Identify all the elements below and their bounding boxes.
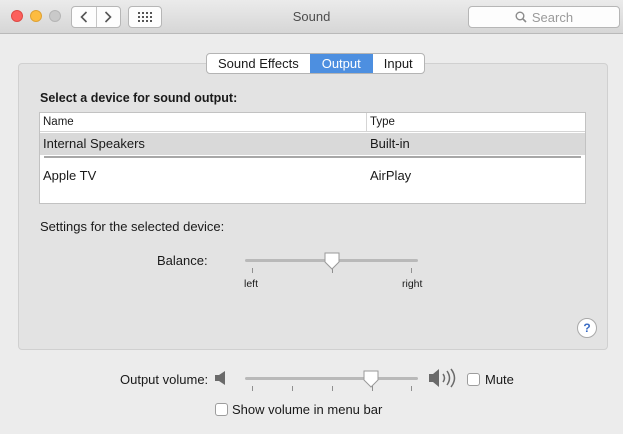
- mute-label: Mute: [485, 372, 514, 387]
- speaker-high-icon: [429, 368, 456, 388]
- title-bar: Sound Search: [0, 0, 623, 34]
- chevron-left-icon: [80, 11, 87, 23]
- device-type: AirPlay: [370, 168, 412, 183]
- zoom-window-button[interactable]: [49, 10, 61, 22]
- device-name: Internal Speakers: [43, 136, 145, 151]
- device-table[interactable]: Name Type Internal Speakers Built-in App…: [39, 112, 586, 204]
- mute-checkbox[interactable]: [467, 373, 480, 386]
- slider-tick: [411, 268, 412, 273]
- minimize-window-button[interactable]: [30, 10, 42, 22]
- output-volume-label: Output volume:: [120, 372, 209, 387]
- search-placeholder: Search: [531, 9, 574, 25]
- balance-left-label: left: [244, 278, 259, 290]
- column-header-name[interactable]: Name: [43, 116, 74, 128]
- table-header: Name Type: [40, 113, 585, 132]
- show-volume-label: Show volume in menu bar: [232, 402, 383, 417]
- balance-right-label: right: [402, 278, 423, 290]
- output-volume-slider-thumb[interactable]: [363, 370, 379, 388]
- tab-bar: Sound Effects Output Input: [206, 53, 425, 74]
- table-row[interactable]: Internal Speakers Built-in: [40, 133, 585, 155]
- row-separator: [44, 156, 581, 158]
- output-volume-slider[interactable]: [245, 377, 418, 380]
- tab-output[interactable]: Output: [309, 54, 372, 73]
- slider-tick: [411, 386, 412, 391]
- search-icon: [515, 11, 527, 23]
- device-type: Built-in: [370, 136, 410, 151]
- output-panel: [18, 63, 608, 350]
- column-divider: [366, 113, 367, 132]
- device-name: Apple TV: [43, 168, 97, 183]
- navigation-buttons: [71, 6, 121, 28]
- chevron-right-icon: [105, 11, 112, 23]
- balance-slider-thumb[interactable]: [324, 252, 340, 270]
- balance-label: Balance:: [157, 253, 208, 268]
- show-all-button[interactable]: [128, 6, 162, 28]
- section-title: Select a device for sound output:: [40, 91, 238, 105]
- column-header-type[interactable]: Type: [370, 116, 395, 128]
- back-button[interactable]: [72, 7, 96, 27]
- sound-preferences-window: Sound Search Sound Effects Output Input …: [0, 0, 623, 434]
- slider-tick: [292, 386, 293, 391]
- tab-sound-effects[interactable]: Sound Effects: [207, 54, 310, 73]
- grid-icon: [138, 12, 152, 22]
- table-row[interactable]: Apple TV AirPlay: [40, 165, 585, 187]
- slider-tick: [252, 386, 253, 391]
- help-button[interactable]: ?: [577, 318, 597, 338]
- settings-label: Settings for the selected device:: [40, 219, 225, 234]
- forward-button[interactable]: [95, 7, 121, 27]
- slider-tick: [332, 386, 333, 391]
- search-field[interactable]: Search: [468, 6, 620, 28]
- tab-input[interactable]: Input: [371, 54, 424, 73]
- slider-tick: [252, 268, 253, 273]
- show-volume-checkbox[interactable]: [215, 403, 228, 416]
- speaker-low-icon: [215, 371, 225, 385]
- close-window-button[interactable]: [11, 10, 23, 22]
